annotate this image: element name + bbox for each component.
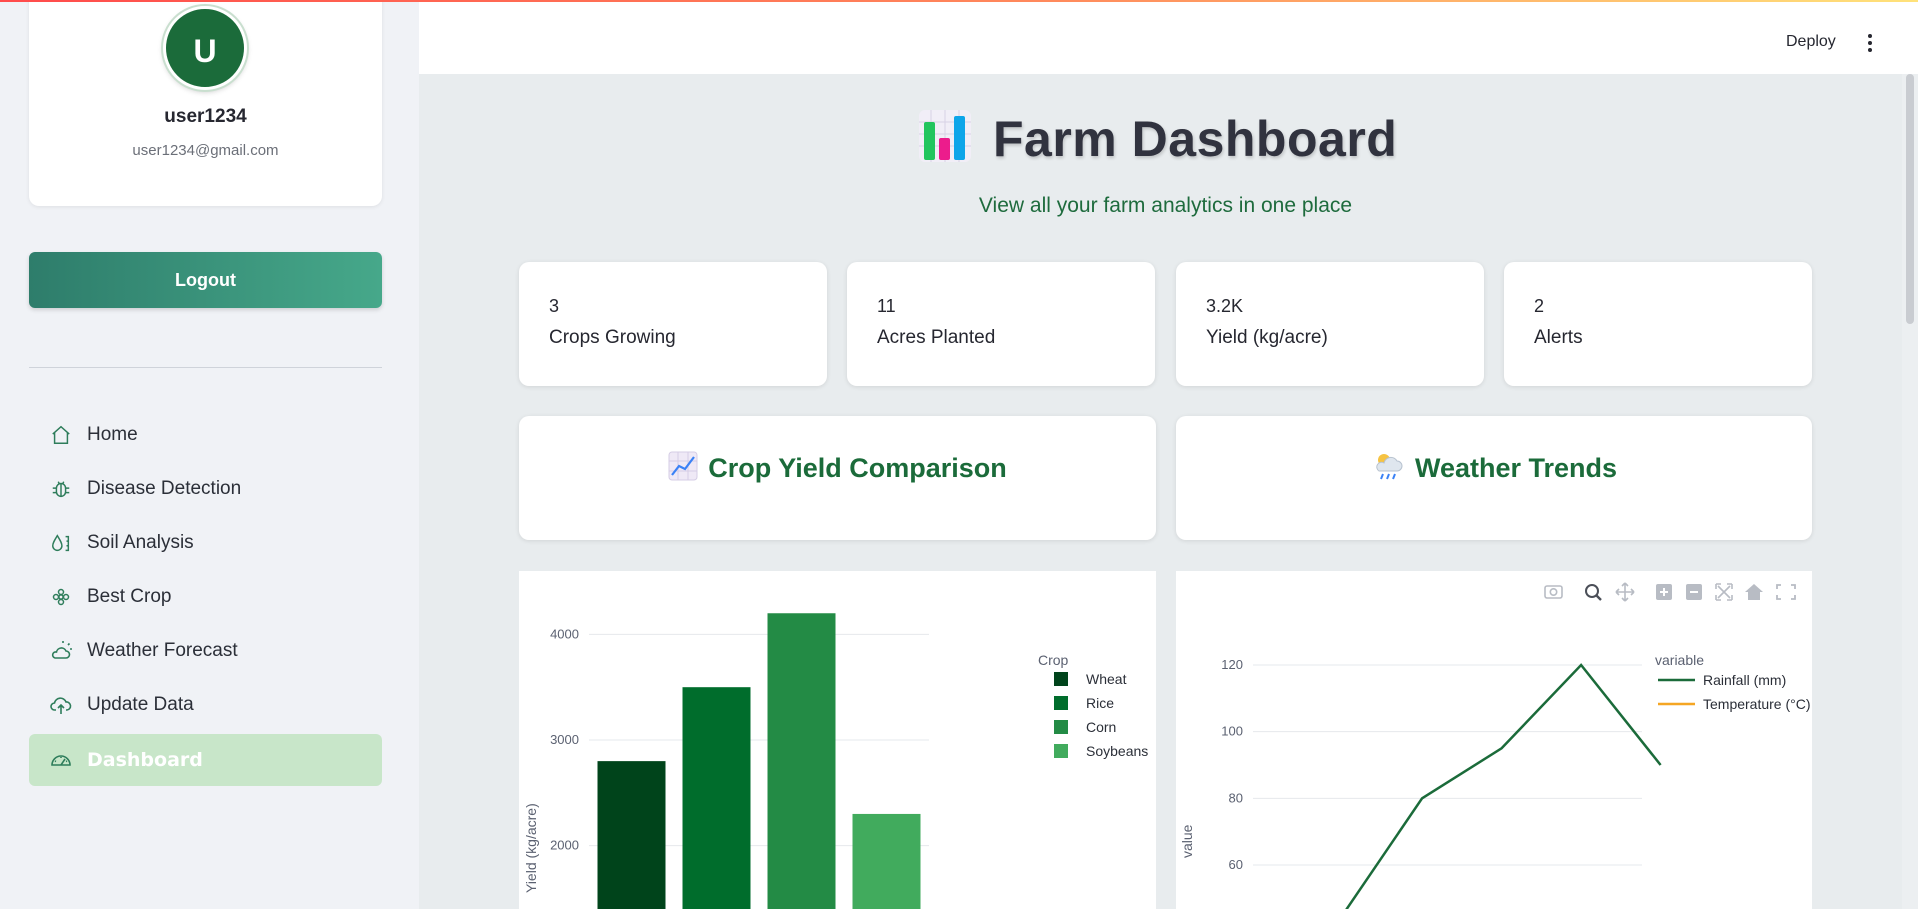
chart-increasing-icon (668, 451, 698, 486)
legend-item: Temperature (°C) (1703, 696, 1811, 712)
y-tick-label: 80 (1229, 790, 1243, 805)
sidebar-item-home[interactable]: Home (29, 408, 382, 462)
sidebar-divider (29, 367, 382, 368)
cloud-sun-icon (49, 639, 73, 663)
main-menu-icon[interactable] (1866, 34, 1874, 54)
y-axis-label: Yield (kg/acre) (523, 803, 539, 893)
bar-rice (682, 687, 751, 909)
cloud-rain-icon (1371, 451, 1405, 486)
sidebar-item-weather-forecast[interactable]: Weather Forecast (29, 624, 382, 678)
legend-title: variable (1655, 652, 1704, 668)
stat-label: Yield (kg/acre) (1206, 327, 1328, 348)
fullscreen-icon[interactable] (1776, 584, 1796, 600)
bug-icon (49, 477, 73, 501)
legend-item: Corn (1086, 719, 1116, 735)
home-icon (49, 423, 73, 447)
y-axis-label: value (1179, 824, 1195, 858)
autoscale-icon[interactable] (1715, 583, 1733, 601)
y-tick-label: 100 (1221, 724, 1243, 739)
section-title: Weather Trends (1414, 452, 1618, 483)
legend-item: Rice (1086, 695, 1114, 711)
section-title: Crop Yield Comparison (708, 452, 1007, 483)
zoom-in-icon[interactable] (1656, 584, 1672, 600)
legend-title: Crop (1038, 652, 1069, 668)
soil-drop-icon (49, 531, 73, 555)
stat-card-yield: 3.2K Yield (kg/acre) (1176, 262, 1484, 386)
y-tick-label: 4000 (550, 626, 579, 641)
crop-yield-section-card: Crop Yield Comparison (519, 416, 1156, 540)
y-tick-label: 120 (1221, 657, 1243, 672)
legend-item: Soybeans (1086, 743, 1148, 759)
sidebar-item-soil-analysis[interactable]: Soil Analysis (29, 516, 382, 570)
sidebar-nav: Home Disease Detection Soil Analysis Bes… (29, 408, 382, 786)
sidebar-item-best-crop[interactable]: Best Crop (29, 570, 382, 624)
sidebar-item-label: Best Crop (87, 586, 172, 607)
stat-value: 2 (1534, 296, 1545, 316)
stat-value: 3.2K (1206, 296, 1244, 316)
camera-icon[interactable] (1544, 585, 1563, 599)
bar-soybeans (852, 813, 921, 909)
zoom-icon[interactable] (1585, 584, 1602, 601)
app-header (419, 0, 1918, 74)
user-email: user1234@gmail.com (132, 142, 279, 159)
sidebar-item-label: Home (87, 424, 138, 445)
legend-item: Wheat (1086, 671, 1127, 687)
profile-card: U user1234 user1234@gmail.com (29, 0, 382, 206)
sidebar-item-disease-detection[interactable]: Disease Detection (29, 462, 382, 516)
page-subtitle: View all your farm analytics in one plac… (978, 194, 1353, 217)
legend-swatch (1054, 672, 1068, 686)
sidebar-item-label: Weather Forecast (87, 640, 238, 661)
reset-axes-home-icon[interactable] (1745, 584, 1763, 600)
bar-chart-emoji-icon (917, 108, 973, 169)
sidebar-item-update-data[interactable]: Update Data (29, 678, 382, 732)
bar-wheat (597, 761, 666, 909)
sidebar-item-label: Update Data (87, 694, 194, 715)
pan-icon[interactable] (1615, 582, 1635, 602)
gauge-icon (49, 748, 73, 772)
weather-section-card: Weather Trends (1176, 416, 1812, 540)
y-tick-label: 2000 (550, 838, 579, 853)
sidebar-item-dashboard[interactable]: Dashboard (29, 734, 382, 786)
stat-card-crops: 3 Crops Growing (519, 262, 827, 386)
sidebar-item-label: Soil Analysis (87, 532, 194, 553)
page-title-row: Farm Dashboard (917, 108, 1397, 169)
y-tick-label: 3000 (550, 732, 579, 747)
stat-card-alerts: 2 Alerts (1504, 262, 1812, 386)
stat-label: Alerts (1534, 327, 1583, 348)
weather-trends-chart-svg: 60 80 100 120 value variable Rainfall (mm) T… (1179, 582, 1811, 909)
username: user1234 (164, 106, 247, 127)
deploy-button[interactable]: Deploy (1786, 33, 1836, 51)
stat-value: 11 (877, 296, 896, 316)
top-accent-stripe (0, 0, 1918, 2)
logout-button[interactable]: Logout (29, 252, 382, 308)
avatar: U (163, 6, 247, 90)
line-series-rainfall (1345, 663, 1662, 909)
y-tick-label: 60 (1229, 857, 1243, 872)
flower-icon (49, 585, 73, 609)
crop-yield-chart[interactable]: 2000 3000 4000 Yield (kg/acre) Crop Wheat R… (519, 571, 1156, 909)
sidebar: U user1234 user1234@gmail.com Logout Hom… (0, 0, 419, 909)
stat-label: Crops Growing (549, 327, 676, 348)
bar-corn (767, 613, 836, 909)
legend-swatch (1054, 744, 1068, 758)
weather-trends-chart[interactable]: 60 80 100 120 value variable Rainfall (mm) T… (1176, 571, 1812, 909)
legend-swatch (1054, 720, 1068, 734)
stat-card-acres: 11 Acres Planted (847, 262, 1155, 386)
sidebar-item-label: Dashboard (87, 749, 203, 771)
cloud-upload-icon (49, 693, 73, 717)
zoom-out-icon[interactable] (1686, 584, 1702, 600)
legend-swatch (1054, 696, 1068, 710)
crop-yield-chart-svg: 2000 3000 4000 Yield (kg/acre) Crop Wheat R… (523, 613, 1148, 909)
legend-item: Rainfall (mm) (1703, 672, 1786, 688)
stat-label: Acres Planted (877, 327, 996, 348)
stat-value: 3 (549, 296, 560, 316)
chart-modebar (1544, 582, 1796, 602)
page-title: Farm Dashboard (993, 110, 1398, 167)
sidebar-item-label: Disease Detection (87, 478, 242, 499)
